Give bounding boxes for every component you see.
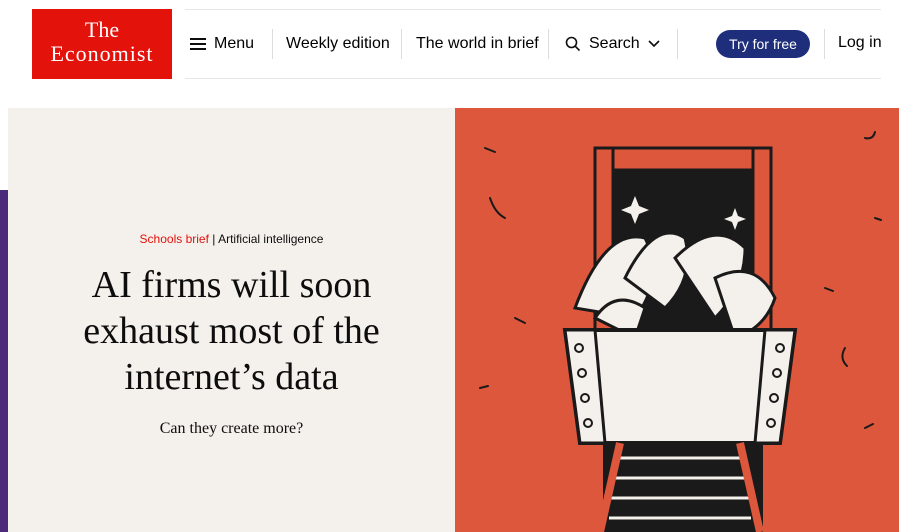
search-label: Search (589, 35, 640, 52)
kicker-section: Schools brief (139, 232, 209, 246)
article-headline[interactable]: AI firms will soon exhaust most of the i… (30, 262, 433, 400)
logo-line-2: Economist (50, 41, 154, 66)
log-in-link[interactable]: Log in (838, 24, 882, 62)
side-accent-bar (0, 190, 8, 532)
nav-divider (824, 29, 825, 59)
search-icon (565, 36, 581, 52)
nav-top-divider (185, 9, 881, 10)
headline-line: internet’s data (124, 356, 339, 398)
kicker-divider: | (212, 232, 216, 246)
logo-line-1: The (84, 17, 120, 42)
weekly-edition-link[interactable]: Weekly edition (286, 24, 390, 64)
hero-illustration[interactable] (455, 108, 899, 532)
kicker-topic: Artificial intelligence (218, 232, 324, 246)
hamburger-icon (190, 38, 206, 50)
world-in-brief-link[interactable]: The world in brief (416, 24, 539, 64)
nav-divider (401, 29, 402, 59)
try-for-free-button[interactable]: Try for free (716, 30, 810, 58)
nav-divider (548, 29, 549, 59)
economist-logo[interactable]: The Economist (32, 9, 172, 79)
mine-cart-illustration-icon (479, 131, 882, 532)
nav-bottom-divider (185, 78, 881, 79)
chevron-down-icon (648, 40, 660, 48)
menu-button[interactable]: Menu (190, 24, 254, 64)
headline-line: exhaust most of the (83, 310, 380, 352)
article-subheadline: Can they create more? (159, 420, 304, 437)
search-button[interactable]: Search (565, 24, 660, 64)
nav-divider (677, 29, 678, 59)
article-kicker[interactable]: Schools brief | Artificial intelligence (8, 232, 455, 246)
menu-label: Menu (214, 35, 255, 52)
nav-divider (272, 29, 273, 59)
headline-line: AI firms will soon (91, 264, 372, 306)
